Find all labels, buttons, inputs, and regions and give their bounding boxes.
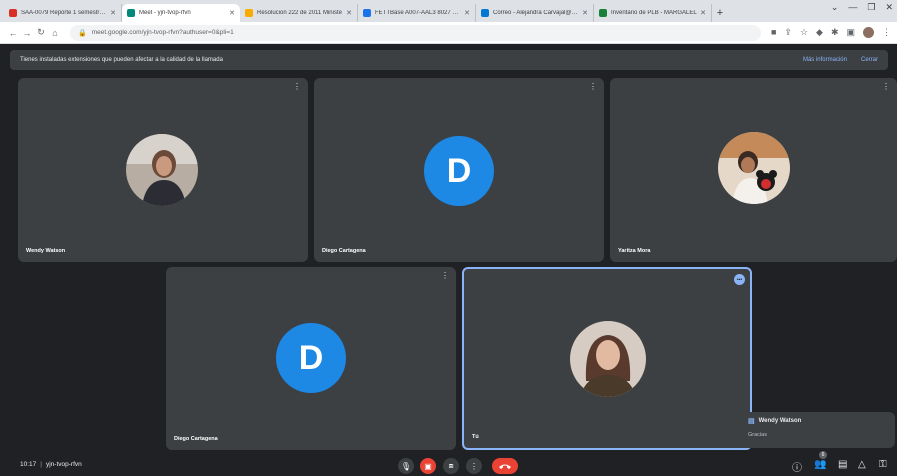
extension-icons: ■ ⇪ ☆ ◆ ✱ ▣ ⋮ bbox=[771, 27, 891, 38]
forward-icon[interactable]: → bbox=[20, 28, 34, 38]
close-tab-icon[interactable]: ✕ bbox=[582, 9, 588, 17]
more-options-button[interactable]: ⋮ bbox=[466, 458, 482, 474]
doc-favicon-icon bbox=[245, 9, 253, 17]
camera-off-icon: ▣ bbox=[424, 461, 432, 471]
host-controls-icon[interactable]: ⚿ bbox=[879, 459, 887, 470]
reading-list-icon[interactable]: ▣ bbox=[846, 27, 855, 38]
self-video-tile[interactable]: ••• Tú bbox=[462, 267, 752, 450]
close-tab-icon[interactable]: ✕ bbox=[110, 9, 116, 17]
extension-icon[interactable]: ◆ bbox=[816, 27, 823, 38]
participant-avatar bbox=[126, 134, 198, 206]
people-icon: 👥 bbox=[814, 459, 827, 470]
profile-avatar[interactable] bbox=[863, 27, 874, 38]
browser-tab[interactable]: FETTBase A007-AAL3 8027 aBG ✕ bbox=[358, 4, 476, 22]
end-call-button[interactable] bbox=[492, 458, 518, 474]
close-tab-icon[interactable]: ✕ bbox=[464, 9, 470, 17]
bookmark-star-icon[interactable]: ☆ bbox=[800, 27, 808, 38]
meeting-code: yjn-tvop-rfvn bbox=[45, 461, 82, 468]
browser-tab-active[interactable]: Meet - yjn-tvop-rfvn ✕ bbox=[122, 4, 240, 22]
participant-name: Diego Cartagena bbox=[174, 436, 218, 442]
present-screen-icon: ⧈ bbox=[448, 461, 454, 470]
participant-initial-avatar: D bbox=[276, 323, 346, 393]
child-photo-icon bbox=[718, 132, 790, 204]
minimize-icon[interactable]: — bbox=[848, 2, 857, 13]
chat-icon[interactable]: ▤ bbox=[838, 459, 847, 470]
more-info-link[interactable]: Más información bbox=[803, 57, 847, 63]
site-favicon-icon bbox=[363, 9, 371, 17]
browser-tab-strip: SAA-0079 Reporte 1 semestre 2 ✕ Meet - y… bbox=[0, 0, 897, 22]
separator: | bbox=[40, 461, 42, 468]
person-photo-icon bbox=[126, 134, 198, 206]
more-options-icon[interactable]: ⋮ bbox=[882, 82, 890, 91]
participant-tile[interactable]: ⋮ Wendy Watson bbox=[18, 78, 308, 262]
meet-window: SAA-0079 Reporte 1 semestre 2 ✕ Meet - y… bbox=[0, 0, 897, 476]
lock-icon[interactable]: 🔒 bbox=[78, 29, 87, 37]
maximize-icon[interactable]: ❐ bbox=[867, 2, 875, 13]
back-icon[interactable]: ← bbox=[6, 28, 20, 38]
more-vert-icon: ⋮ bbox=[470, 461, 478, 471]
browser-tab[interactable]: Resolucion 222 de 2011 Ministe ✕ bbox=[240, 4, 358, 22]
browser-toolbar: ← → ↻ ⌂ 🔒 meet.google.com/yjn-tvop-rfvn?… bbox=[0, 22, 897, 44]
outlook-favicon-icon bbox=[481, 9, 489, 17]
meeting-info-icon[interactable]: ⓘ bbox=[792, 459, 802, 474]
share-icon[interactable]: ⇪ bbox=[784, 27, 792, 38]
url-text: meet.google.com/yjn-tvop-rfvn?authuser=0… bbox=[91, 29, 234, 36]
more-options-icon[interactable]: ⋮ bbox=[293, 82, 301, 91]
microphone-icon: 🎙 bbox=[400, 461, 412, 471]
present-screen-button[interactable]: ⧈ bbox=[443, 458, 459, 474]
participant-tile[interactable]: ⋮ Yaritza Mora bbox=[610, 78, 897, 262]
self-photo-icon bbox=[570, 321, 646, 397]
browser-tab[interactable]: SAA-0079 Reporte 1 semestre 2 ✕ bbox=[4, 4, 122, 22]
new-tab-button[interactable]: + bbox=[712, 4, 728, 22]
participant-tile[interactable]: ⋮ D Diego Cartagena bbox=[314, 78, 604, 262]
end-call-icon bbox=[499, 464, 511, 469]
meeting-control-bar: 10:17 | yjn-tvop-rfvn 🎙 ▣ ⧈ ⋮ ⓘ 👥 6 ▤ △ ⚿ bbox=[0, 451, 897, 476]
participant-initial-avatar: D bbox=[424, 136, 494, 206]
more-options-icon[interactable]: ⋮ bbox=[441, 271, 449, 280]
participant-avatar bbox=[718, 132, 790, 204]
browser-tab[interactable]: Inventario de PLB - MARGALEL ✕ bbox=[594, 4, 712, 22]
close-banner-button[interactable]: Cerrar bbox=[861, 57, 878, 63]
browser-tab[interactable]: Correo - Alejandra Carvajal@cor ✕ bbox=[476, 4, 594, 22]
address-bar[interactable]: 🔒 meet.google.com/yjn-tvop-rfvn?authuser… bbox=[70, 24, 761, 41]
participant-tile[interactable]: ⋮ D Diego Cartagena bbox=[166, 267, 456, 450]
meet-favicon-icon bbox=[127, 9, 135, 17]
chat-notification[interactable]: ▤ Wendy Watson Gracias bbox=[740, 412, 895, 448]
window-controls: ⌄ — ❐ ✕ bbox=[831, 2, 893, 13]
home-icon[interactable]: ⌂ bbox=[48, 28, 62, 38]
participant-name: Tú bbox=[472, 434, 479, 440]
chat-sender: Wendy Watson bbox=[758, 418, 802, 424]
self-avatar bbox=[570, 321, 646, 397]
menu-kebab-icon[interactable]: ⋮ bbox=[882, 27, 891, 38]
participant-name: Yaritza Mora bbox=[618, 248, 651, 254]
close-tab-icon[interactable]: ✕ bbox=[700, 9, 706, 17]
audio-level-icon: ••• bbox=[734, 274, 745, 285]
close-window-icon[interactable]: ✕ bbox=[885, 2, 893, 13]
people-button[interactable]: 👥 6 bbox=[814, 451, 827, 470]
close-tab-icon[interactable]: ✕ bbox=[346, 9, 352, 17]
tab-search-icon[interactable]: ⌄ bbox=[831, 2, 839, 13]
participant-name: Wendy Watson bbox=[26, 248, 66, 254]
meeting-time: 10:17 bbox=[20, 461, 37, 468]
chat-message: Gracias bbox=[748, 432, 767, 438]
puzzle-icon[interactable]: ✱ bbox=[831, 27, 839, 38]
microphone-button[interactable]: 🎙 bbox=[398, 458, 414, 474]
gmail-favicon-icon bbox=[9, 9, 17, 17]
more-options-icon[interactable]: ⋮ bbox=[589, 82, 597, 91]
sheets-favicon-icon bbox=[599, 9, 607, 17]
close-tab-icon[interactable]: ✕ bbox=[229, 9, 235, 17]
participant-name: Diego Cartagena bbox=[322, 248, 366, 254]
camera-off-button[interactable]: ▣ bbox=[420, 458, 436, 474]
camera-permission-icon[interactable]: ■ bbox=[771, 27, 776, 38]
participant-count-badge: 6 bbox=[819, 451, 827, 459]
banner-message: Tienes instaladas extensiones que pueden… bbox=[20, 57, 223, 63]
reload-icon[interactable]: ↻ bbox=[34, 27, 48, 38]
extension-warning-banner: Tienes instaladas extensiones que pueden… bbox=[10, 50, 888, 70]
activities-icon[interactable]: △ bbox=[858, 459, 866, 470]
chat-bubble-icon: ▤ bbox=[748, 418, 755, 425]
meeting-details: 10:17 | yjn-tvop-rfvn bbox=[20, 461, 82, 468]
